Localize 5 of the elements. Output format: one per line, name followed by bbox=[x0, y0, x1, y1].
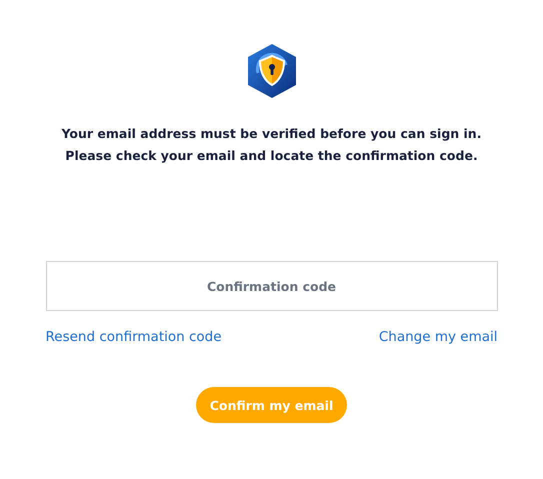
text-link[interactable]: Change my email bbox=[378, 329, 498, 345]
verification-message: Your email address must be verified before you can sign in. Please check your email and locate the confirmation code. bbox=[62, 125, 482, 165]
text-link[interactable]: Resend confirmation code bbox=[46, 329, 222, 345]
shield-lock-logo-icon bbox=[246, 43, 298, 99]
confirmation-code-field[interactable]: Confirmation code bbox=[46, 261, 498, 311]
